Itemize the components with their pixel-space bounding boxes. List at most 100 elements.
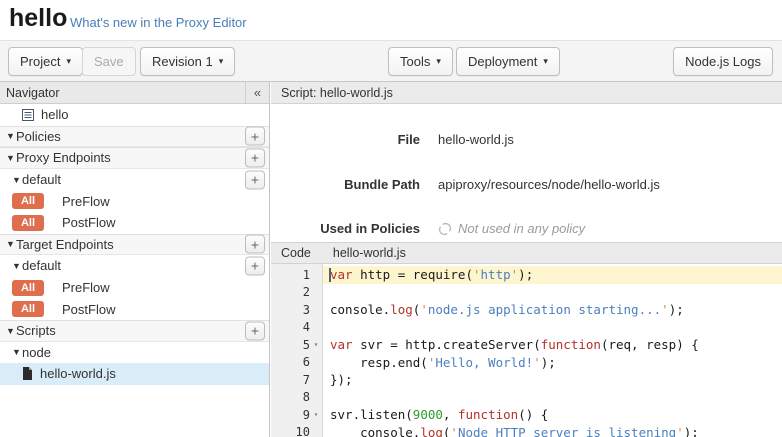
code-line[interactable]: }); [323, 371, 782, 389]
line-number: 4 [271, 319, 322, 337]
code-line[interactable]: svr.listen(9000, function() { [323, 406, 782, 424]
flow-label: PostFlow [62, 302, 115, 317]
add-policy-button[interactable]: + [245, 127, 265, 146]
script-metadata: File hello-world.js Bundle Path apiproxy… [271, 104, 782, 242]
fold-arrow-icon[interactable]: ▾ [310, 410, 322, 419]
add-proxy-endpoint-button[interactable]: + [245, 148, 265, 167]
chevron-down-icon: ▼ [5, 131, 16, 141]
navigator-item-hello-world-js[interactable]: hello-world.js [0, 363, 269, 385]
content-area: Navigator « hello ▼ Policies + ▼ Proxy E… [0, 82, 782, 437]
line-number: 10 [271, 424, 322, 437]
section-label: Policies [16, 129, 61, 144]
script-detail-panel: Script: hello-world.js File hello-world.… [271, 82, 782, 437]
deployment-menu-button[interactable]: Deployment ▾ [456, 47, 560, 76]
section-label: Scripts [16, 323, 56, 338]
line-number: 9▾ [271, 406, 322, 424]
all-badge: All [12, 215, 44, 231]
code-line[interactable] [323, 284, 782, 302]
field-label: Bundle Path [271, 177, 420, 192]
navigator-item-node-folder[interactable]: ▼ node [0, 342, 269, 364]
page-header: hello What's new in the Proxy Editor [0, 0, 782, 40]
navigator-pane: Navigator « hello ▼ Policies + ▼ Proxy E… [0, 82, 270, 437]
code-line[interactable]: var svr = http.createServer(function(req… [323, 336, 782, 354]
navigator-item-target-preflow[interactable]: All PreFlow [0, 277, 269, 299]
add-flow-button[interactable]: + [245, 170, 265, 189]
chevron-down-icon: ▾ [66, 57, 71, 66]
navigator-section-target-endpoints[interactable]: ▼ Target Endpoints + [0, 234, 269, 256]
code-line[interactable]: console.log('node.js application startin… [323, 301, 782, 319]
add-script-button[interactable]: + [245, 321, 265, 340]
folder-label: node [22, 345, 51, 360]
navigator-item-target-postflow[interactable]: All PostFlow [0, 298, 269, 320]
line-number: 6 [271, 354, 322, 372]
field-value: hello-world.js [438, 132, 514, 147]
navigator-item-proxy-overview[interactable]: hello [0, 104, 269, 126]
code-line[interactable]: console.log('Node HTTP server is listeni… [323, 424, 782, 437]
navigator-section-scripts[interactable]: ▼ Scripts + [0, 320, 269, 342]
add-flow-button[interactable]: + [245, 256, 265, 275]
chevron-down-icon: ▾ [436, 57, 441, 66]
line-number: 3 [271, 301, 322, 319]
fold-arrow-icon[interactable]: ▾ [310, 340, 322, 349]
navigator-item-label: hello-world.js [40, 366, 116, 381]
code-header: Code hello-world.js [271, 242, 782, 264]
file-icon [22, 367, 33, 380]
navigator-item-proxy-preflow[interactable]: All PreFlow [0, 190, 269, 212]
code-lines[interactable]: var http = require('http'); console.log('… [323, 264, 782, 437]
endpoint-label: default [22, 258, 61, 273]
whats-new-link[interactable]: What's new in the Proxy Editor [70, 15, 247, 30]
script-panel-titlebar: Script: hello-world.js [271, 82, 782, 104]
section-label: Target Endpoints [16, 237, 114, 252]
code-line[interactable] [323, 319, 782, 337]
tools-menu-button[interactable]: Tools ▾ [388, 47, 453, 76]
add-target-endpoint-button[interactable]: + [245, 235, 265, 254]
save-button[interactable]: Save [82, 47, 136, 76]
broken-link-icon [438, 222, 452, 236]
all-badge: All [12, 280, 44, 296]
code-header-label: Code [281, 246, 311, 260]
project-menu-button[interactable]: Project ▾ [8, 47, 83, 76]
endpoint-label: default [22, 172, 61, 187]
chevron-down-icon: ▾ [219, 57, 224, 66]
all-badge: All [12, 193, 44, 209]
tools-menu-label: Tools [400, 54, 430, 69]
navigator-section-policies[interactable]: ▼ Policies + [0, 126, 269, 148]
navigator-item-proxy-default[interactable]: ▼ default + [0, 169, 269, 191]
overview-doc-icon [22, 109, 34, 121]
field-label: File [271, 132, 420, 147]
navigator-item-proxy-postflow[interactable]: All PostFlow [0, 212, 269, 234]
empty-policy-value: Not used in any policy [438, 221, 585, 236]
field-bundle-path: Bundle Path apiproxy/resources/node/hell… [271, 177, 782, 192]
section-label: Proxy Endpoints [16, 150, 111, 165]
chevron-down-icon: ▼ [11, 347, 22, 357]
save-button-label: Save [94, 54, 124, 69]
script-panel-title: Script: hello-world.js [281, 86, 393, 100]
code-header-filename: hello-world.js [333, 246, 406, 260]
line-number: 7 [271, 371, 322, 389]
revision-menu-button[interactable]: Revision 1 ▾ [140, 47, 235, 76]
nodejs-logs-button[interactable]: Node.js Logs [673, 47, 773, 76]
code-editor[interactable]: 12345▾6789▾1011 var http = require('http… [271, 264, 782, 437]
chevron-down-icon: ▼ [5, 239, 16, 249]
navigator-section-proxy-endpoints[interactable]: ▼ Proxy Endpoints + [0, 147, 269, 169]
proxy-editor-app: hello What's new in the Proxy Editor Pro… [0, 0, 782, 437]
code-line[interactable] [323, 389, 782, 407]
field-file: File hello-world.js [271, 132, 782, 147]
field-value: apiproxy/resources/node/hello-world.js [438, 177, 660, 192]
line-number: 2 [271, 284, 322, 302]
revision-menu-label: Revision 1 [152, 54, 213, 69]
chevron-down-icon: ▼ [11, 261, 22, 271]
flow-label: PreFlow [62, 280, 110, 295]
project-menu-label: Project [20, 54, 60, 69]
line-number: 5▾ [271, 336, 322, 354]
code-line[interactable]: resp.end('Hello, World!'); [323, 354, 782, 372]
nodejs-logs-label: Node.js Logs [685, 54, 761, 69]
collapse-panel-icon[interactable]: « [245, 82, 269, 103]
chevron-down-icon: ▼ [5, 326, 16, 336]
code-line[interactable]: var http = require('http'); [323, 266, 782, 284]
navigator-item-target-default[interactable]: ▼ default + [0, 255, 269, 277]
chevron-down-icon: ▾ [543, 57, 548, 66]
line-number: 1 [271, 266, 322, 284]
navigator-title: Navigator [6, 86, 60, 100]
navigator-item-label: hello [41, 107, 68, 122]
